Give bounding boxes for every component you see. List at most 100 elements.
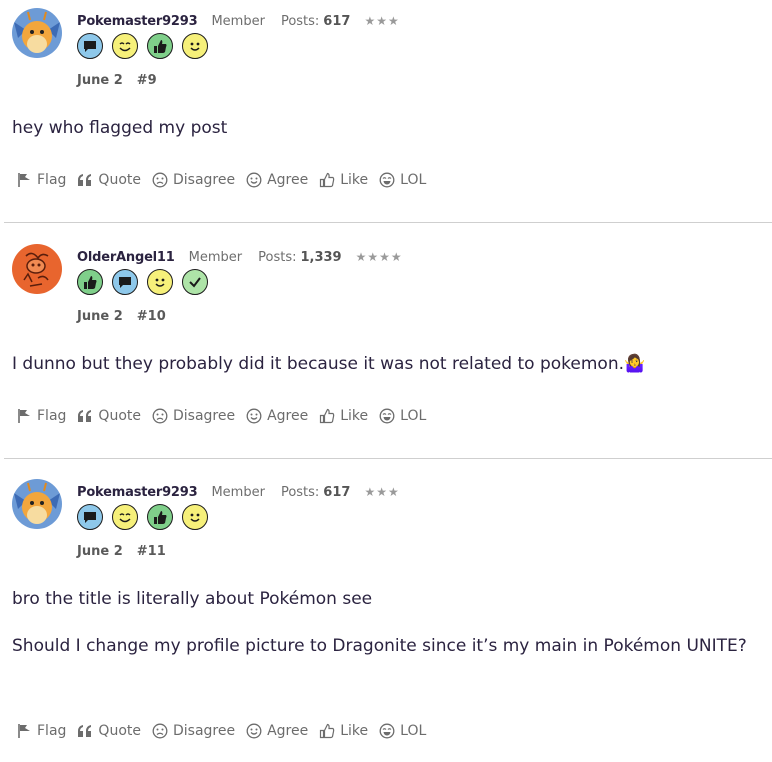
rank-stars: ★★★ [364,485,400,499]
laugh-icon [379,172,395,188]
badge-row [77,269,208,297]
smile-badge[interactable] [182,504,208,530]
posts-label: Posts: [280,13,320,29]
smile-icon [246,408,262,424]
lol-label: LOL [400,172,427,188]
frown-icon [152,172,168,188]
agree-button[interactable]: Agree [246,408,308,424]
disagree-button[interactable]: Disagree [152,408,235,424]
username[interactable]: Pokemaster9293 [77,14,198,29]
lol-button[interactable]: LOL [379,723,426,739]
user-role: Member [211,13,265,29]
post-number[interactable]: #10 [137,309,166,324]
agree-button[interactable]: Agree [246,723,308,739]
disagree-button[interactable]: Disagree [152,172,235,188]
post-body: I dunno but they probably did it because… [12,354,645,374]
quote-label: Quote [98,723,141,739]
wink-badge[interactable] [112,504,138,530]
posts-label: Posts: [280,484,320,500]
post-number[interactable]: #9 [137,73,157,88]
post-date[interactable]: June 2 [77,73,123,88]
lol-label: LOL [400,723,427,739]
sketch-avatar[interactable] [12,244,62,294]
thumbs-up-icon [320,408,335,424]
wink-badge[interactable] [112,33,138,59]
quote-button[interactable]: Quote [77,408,141,424]
dragonite-avatar[interactable] [12,479,62,529]
quote-icon [78,174,92,186]
thumbs-up-badge[interactable] [147,33,173,59]
flag-button[interactable]: Flag [16,408,66,424]
flag-label: Flag [37,408,67,424]
thumbs-up-badge[interactable] [147,504,173,530]
disagree-label: Disagree [172,172,236,188]
like-button[interactable]: Like [319,723,368,739]
quote-button[interactable]: Quote [77,172,141,188]
post-date[interactable]: June 2 [77,309,123,324]
agree-label: Agree [267,723,309,739]
rank-stars: ★★★★ [355,250,403,264]
smile-badge[interactable] [182,33,208,59]
agree-label: Agree [267,172,309,188]
post-meta: OlderAngel11 Member Posts: 1,339 ★★★★ [77,247,403,267]
username[interactable]: OlderAngel11 [77,250,175,265]
speech-bubble-badge[interactable] [77,33,103,59]
post-number[interactable]: #11 [137,544,166,559]
post-actions: Flag Quote Disagree Agree Like LOL [16,405,437,427]
quote-icon [78,410,92,422]
post-date-line: June 2 #9 [77,71,157,89]
post-date-line: June 2 #10 [77,307,166,325]
flag-label: Flag [37,172,67,188]
quote-label: Quote [98,408,141,424]
post-text-line-1: bro the title is literally about Pokémon… [12,589,373,609]
like-button[interactable]: Like [319,172,368,188]
post-10: OlderAngel11 Member Posts: 1,339 ★★★★ Ju… [0,236,772,458]
speech-bubble-badge[interactable] [112,269,138,295]
post-meta: Pokemaster9293 Member Posts: 617 ★★★ [77,11,400,31]
speech-bubble-badge[interactable] [77,504,103,530]
laugh-icon [379,408,395,424]
frown-icon [152,723,168,739]
post-body: hey who flagged my post [12,118,227,138]
flag-icon [18,409,30,423]
quote-label: Quote [98,172,141,188]
quote-button[interactable]: Quote [77,723,141,739]
post-text-line-2: Should I change my profile picture to Dr… [12,636,747,656]
like-label: Like [340,408,369,424]
post-9: Pokemaster9293 Member Posts: 617 ★★★ Jun… [0,0,772,222]
post-actions: Flag Quote Disagree Agree Like LOL [16,169,437,191]
check-badge[interactable] [182,269,208,295]
like-label: Like [340,172,369,188]
posts-label: Posts: [258,249,297,265]
user-role: Member [211,484,265,500]
disagree-label: Disagree [172,723,236,739]
flag-button[interactable]: Flag [16,172,66,188]
smile-badge[interactable] [147,269,173,295]
like-button[interactable]: Like [319,408,368,424]
posts-count: 617 [323,484,351,500]
post-body: bro the title is literally about Pokémon… [12,589,747,656]
agree-label: Agree [267,408,309,424]
thumbs-up-icon [320,172,335,188]
dragonite-avatar[interactable] [12,8,62,58]
post-date-line: June 2 #11 [77,542,166,560]
lol-button[interactable]: LOL [379,172,426,188]
thumbs-up-badge[interactable] [77,269,103,295]
post-date[interactable]: June 2 [77,544,123,559]
flag-button[interactable]: Flag [16,723,66,739]
lol-label: LOL [400,408,427,424]
post-text: hey who flagged my post [12,118,228,138]
post-divider [4,458,772,459]
post-11: Pokemaster9293 Member Posts: 617 ★★★ Jun… [0,471,772,762]
badge-row [77,504,208,532]
flag-icon [18,724,30,738]
flag-icon [18,173,30,187]
username[interactable]: Pokemaster9293 [77,485,198,500]
user-role: Member [188,249,243,265]
lol-button[interactable]: LOL [379,408,426,424]
post-meta: Pokemaster9293 Member Posts: 617 ★★★ [77,482,400,502]
disagree-label: Disagree [172,408,236,424]
rank-stars: ★★★ [364,14,400,28]
agree-button[interactable]: Agree [246,172,308,188]
disagree-button[interactable]: Disagree [152,723,235,739]
